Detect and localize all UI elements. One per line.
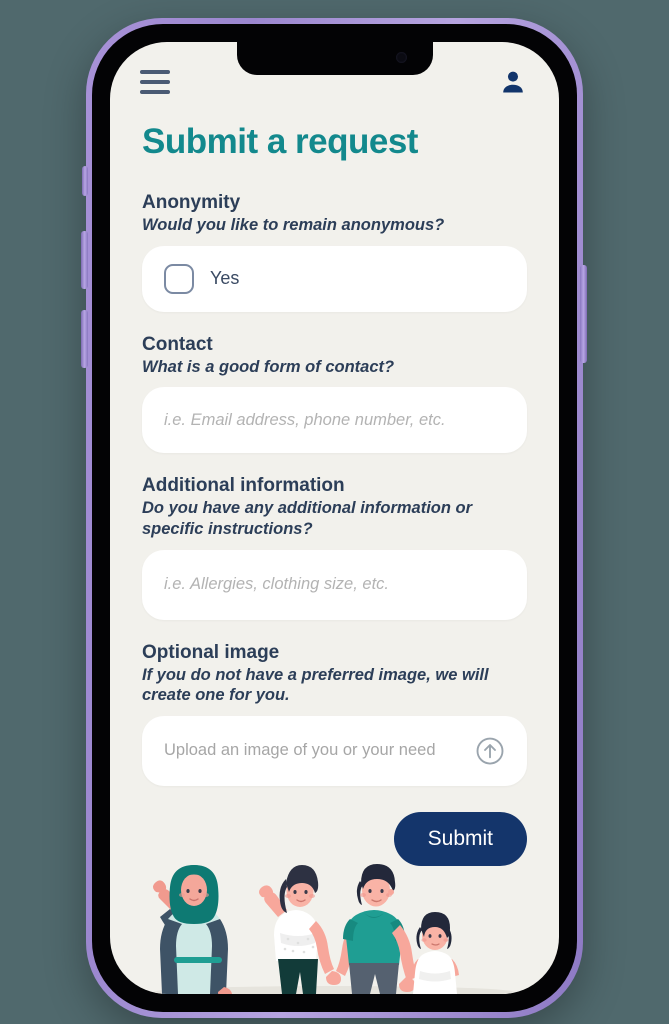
anonymity-label: Anonymity (142, 192, 241, 213)
screenshot-stage: Submit a request Anonymity Would you lik… (0, 0, 669, 1024)
woman-in-hijab (153, 865, 232, 994)
man-teal-shirt (336, 864, 417, 994)
additional-info-hint: Do you have any additional information o… (142, 499, 473, 538)
optional-image-label: Optional image (142, 641, 280, 663)
section-anonymity: Anonymity Would you like to remain anony… (142, 192, 527, 312)
phone-notch (236, 42, 433, 75)
additional-info-field[interactable]: i.e. Allergies, clothing size, etc. (142, 549, 527, 620)
anonymity-hint: Would you like to remain anonymous? (142, 216, 445, 234)
upload-arrow-circle-icon[interactable] (475, 736, 505, 766)
anonymity-option-label: Yes (210, 268, 240, 289)
contact-hint: What is a good form of contact? (142, 357, 395, 376)
front-camera-icon (395, 52, 407, 63)
section-optional-image: Optional image If you do not have a pref… (142, 642, 527, 786)
silent-switch-button[interactable] (82, 166, 88, 196)
volume-down-button[interactable] (81, 310, 88, 368)
person-icon[interactable] (499, 68, 527, 96)
contact-input-placeholder[interactable]: i.e. Email address, phone number, etc. (164, 411, 505, 430)
submit-row: Submit (142, 811, 527, 866)
hamburger-menu-icon[interactable] (140, 70, 170, 94)
optional-image-hint: If you do not have a preferred image, we… (142, 665, 489, 705)
contact-field[interactable]: i.e. Email address, phone number, etc. (142, 387, 527, 454)
child (411, 912, 459, 994)
additional-info-input-placeholder[interactable]: i.e. Allergies, clothing size, etc. (164, 575, 505, 594)
section-contact: Contact What is a good form of contact? … (142, 334, 527, 454)
power-button[interactable] (580, 265, 587, 363)
section-additional-information: Additional information Do you have any a… (142, 475, 527, 620)
upload-input-placeholder[interactable]: Upload an image of you or your need (164, 741, 475, 760)
family-group-illustration (153, 864, 514, 994)
contact-label: Contact (142, 333, 213, 355)
submit-button[interactable]: Submit (393, 811, 527, 866)
optional-image-upload-field[interactable]: Upload an image of you or your need (142, 715, 527, 786)
anonymity-checkbox[interactable] (164, 263, 194, 294)
volume-up-button[interactable] (81, 231, 88, 289)
phone-screen: Submit a request Anonymity Would you lik… (110, 42, 559, 994)
page-title: Submit a request (142, 122, 418, 161)
anonymity-field[interactable]: Yes (142, 245, 527, 312)
additional-info-label: Additional information (142, 475, 345, 497)
woman-waving (259, 865, 341, 994)
form-content: Submit a request Anonymity Would you lik… (110, 122, 559, 866)
